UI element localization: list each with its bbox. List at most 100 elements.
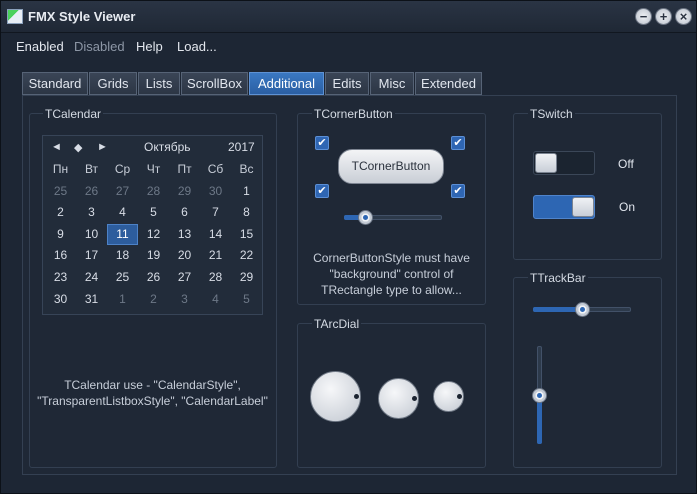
switch-off[interactable] [533, 151, 595, 175]
calendar-day-selected[interactable]: 11 [107, 223, 138, 245]
calendar-caption: TCalendar use - "CalendarStyle", "Transp… [31, 377, 274, 409]
tab-misc[interactable]: Misc [370, 72, 414, 95]
app-icon [7, 9, 23, 24]
corner-button[interactable]: TCornerButton [338, 149, 444, 184]
menu-enabled[interactable]: Enabled [16, 39, 64, 54]
weekday-header: Вт [84, 162, 99, 176]
calendar-day[interactable]: 14 [200, 224, 231, 245]
menu-load[interactable]: Load... [177, 39, 217, 54]
maximize-icon[interactable]: + [655, 8, 672, 25]
calendar-day[interactable]: 3 [169, 289, 200, 310]
calendar-day[interactable]: 21 [200, 245, 231, 266]
weekday-header: Ср [114, 162, 131, 176]
prev-month-icon[interactable]: ◄ [51, 141, 62, 153]
arcdial-group-label: TArcDial [312, 317, 362, 331]
today-icon[interactable]: ◆ [74, 141, 82, 154]
calendar-caption-line1: TCalendar use - "CalendarStyle", [64, 378, 241, 392]
calendar-day[interactable]: 17 [76, 245, 107, 266]
calendar-day[interactable]: 2 [138, 289, 169, 310]
tab-standard[interactable]: Standard [22, 72, 88, 95]
switch-on-knob [572, 197, 594, 217]
switch-on-label: On [619, 200, 636, 214]
calendar-month[interactable]: Октябрь [144, 140, 191, 154]
calendar-day[interactable]: 9 [45, 224, 76, 245]
calendar-day[interactable]: 3 [76, 202, 107, 223]
calendar-day[interactable]: 26 [138, 267, 169, 288]
window-title: FMX Style Viewer [28, 9, 136, 24]
corner-slider-thumb[interactable] [358, 210, 373, 225]
corner-checkbox-bottom-right[interactable]: ✔ [451, 184, 465, 198]
calendar-day[interactable]: 27 [107, 181, 138, 202]
switch-group-label: TSwitch [528, 107, 575, 121]
calendar-day[interactable]: 15 [231, 224, 262, 245]
tab-extended[interactable]: Extended [415, 72, 482, 95]
tab-additional[interactable]: Additional [249, 72, 324, 95]
dial-indicator-medium [412, 396, 417, 401]
cornerbutton-caption-line1: CornerButtonStyle must have [313, 251, 470, 265]
calendar-day[interactable]: 10 [76, 224, 107, 245]
tab-lists[interactable]: Lists [138, 72, 180, 95]
vertical-trackbar-thumb[interactable] [532, 388, 547, 403]
menu-bar: Enabled Disabled Help Load... [1, 33, 696, 59]
cornerbutton-caption-line3: TRectangle type to allow... [321, 283, 462, 297]
close-icon[interactable]: × [675, 8, 692, 25]
tab-grids[interactable]: Grids [89, 72, 137, 95]
calendar-day[interactable]: 31 [76, 289, 107, 310]
switch-off-knob [535, 153, 557, 173]
minimize-icon[interactable]: − [635, 8, 652, 25]
calendar-day[interactable]: 6 [169, 202, 200, 223]
corner-checkbox-top-right[interactable]: ✔ [451, 136, 465, 150]
calendar-day[interactable]: 19 [138, 245, 169, 266]
calendar-day[interactable]: 12 [138, 224, 169, 245]
calendar-day[interactable]: 7 [200, 202, 231, 223]
horizontal-trackbar-thumb[interactable] [575, 302, 590, 317]
calendar-day[interactable]: 4 [107, 202, 138, 223]
calendar-day[interactable]: 26 [76, 181, 107, 202]
menu-disabled[interactable]: Disabled [74, 39, 125, 54]
calendar-day[interactable]: 25 [107, 267, 138, 288]
calendar-day[interactable]: 4 [200, 289, 231, 310]
arc-dial-large[interactable] [310, 371, 361, 422]
calendar-day[interactable]: 16 [45, 245, 76, 266]
calendar-day[interactable]: 22 [231, 245, 262, 266]
calendar-day[interactable]: 1 [107, 289, 138, 310]
calendar-day[interactable]: 24 [76, 267, 107, 288]
title-bar[interactable]: FMX Style Viewer − + × [1, 1, 696, 33]
calendar-day[interactable]: 2 [45, 202, 76, 223]
cornerbutton-caption: CornerButtonStyle must have "background"… [299, 250, 484, 298]
calendar-day[interactable]: 5 [231, 289, 262, 310]
calendar-day[interactable]: 23 [45, 267, 76, 288]
arc-dial-medium[interactable] [378, 378, 419, 419]
calendar-day[interactable]: 29 [231, 267, 262, 288]
calendar-day[interactable]: 25 [45, 181, 76, 202]
weekday-header: Сб [207, 162, 224, 176]
cornerbutton-caption-line2: "background" control of [329, 267, 454, 281]
calendar-day[interactable]: 5 [138, 202, 169, 223]
corner-checkbox-top-left[interactable]: ✔ [315, 136, 329, 150]
switch-on[interactable] [533, 195, 595, 219]
corner-checkbox-bottom-left[interactable]: ✔ [315, 184, 329, 198]
next-month-icon[interactable]: ► [97, 141, 108, 153]
weekday-header: Пт [177, 162, 192, 176]
arc-dial-small[interactable] [433, 381, 464, 412]
calendar-day[interactable]: 1 [231, 181, 262, 202]
cornerbutton-group-label: TCornerButton [312, 107, 395, 121]
calendar-day[interactable]: 30 [45, 289, 76, 310]
calendar-day[interactable]: 28 [138, 181, 169, 202]
calendar-day[interactable]: 29 [169, 181, 200, 202]
switch-off-label: Off [618, 157, 634, 171]
calendar-day[interactable]: 30 [200, 181, 231, 202]
calendar-day[interactable]: 8 [231, 202, 262, 223]
calendar-day[interactable]: 13 [169, 224, 200, 245]
calendar-day[interactable]: 28 [200, 267, 231, 288]
calendar-day[interactable]: 18 [107, 245, 138, 266]
tab-edits[interactable]: Edits [325, 72, 369, 95]
calendar[interactable]: ◄ ◆ ► Октябрь 2017 Пн Вт Ср Чт Пт Сб Вс 25 26 27 2… [42, 135, 263, 315]
tab-scrollbox[interactable]: ScrollBox [181, 72, 248, 95]
calendar-day[interactable]: 20 [169, 245, 200, 266]
calendar-header: ◄ ◆ ► Октябрь 2017 [43, 136, 262, 158]
menu-help[interactable]: Help [136, 39, 163, 54]
calendar-caption-line2: "TransparentListboxStyle", "CalendarLabe… [37, 394, 268, 408]
calendar-year[interactable]: 2017 [228, 140, 255, 154]
calendar-day[interactable]: 27 [169, 267, 200, 288]
